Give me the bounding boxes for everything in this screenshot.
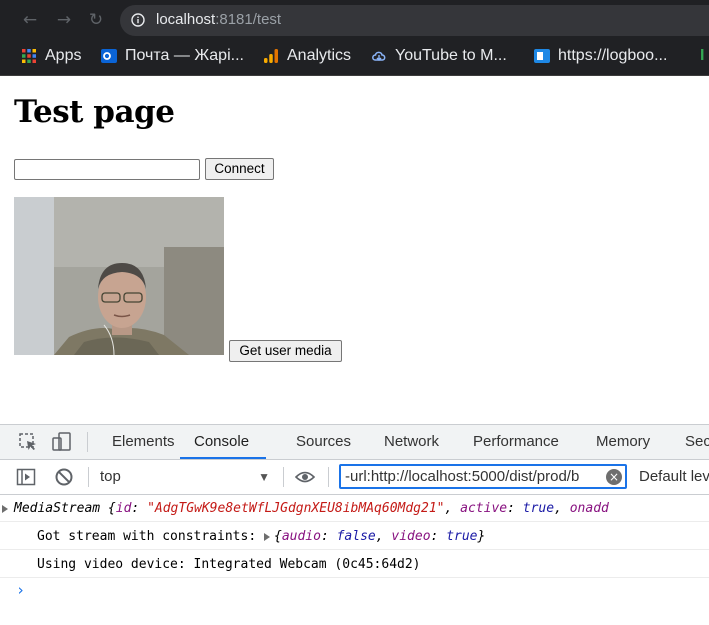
apps-grid-icon bbox=[22, 49, 36, 63]
webcam-frame bbox=[14, 197, 224, 355]
dropdown-arrow-icon: ▼ bbox=[258, 470, 270, 484]
sidebar-toggle-icon[interactable] bbox=[16, 467, 36, 487]
page-title: Test page bbox=[14, 94, 175, 130]
message-text: Using video device: Integrated Webcam (0… bbox=[37, 557, 421, 572]
back-arrow-icon[interactable]: ← bbox=[20, 10, 40, 30]
bookmark-youtube[interactable]: YouTube to M... bbox=[371, 40, 507, 72]
console-toolbar: top ▼ -url:http://localhost:5000/dist/pr… bbox=[0, 460, 709, 495]
clear-console-icon[interactable] bbox=[54, 467, 74, 487]
bookmark-label: Analytics bbox=[287, 47, 352, 64]
tab-elements[interactable]: Elements bbox=[112, 425, 175, 459]
bookmark-analytics[interactable]: Analytics bbox=[263, 40, 351, 72]
address-bar[interactable]: localhost:8181/test bbox=[120, 5, 709, 36]
prop-key: active bbox=[460, 501, 508, 516]
tab-security[interactable]: Sec bbox=[685, 425, 709, 459]
divider bbox=[328, 467, 329, 487]
video-preview bbox=[14, 197, 224, 355]
bookmark-label: Apps bbox=[45, 47, 82, 64]
prop-key: id bbox=[115, 501, 132, 516]
bookmark-logbook[interactable]: https://logboo... bbox=[534, 40, 667, 72]
filter-value: -url:http://localhost:5000/dist/prod/b bbox=[345, 468, 580, 485]
cloud-download-icon bbox=[372, 51, 386, 61]
bookmark-favicon-icon bbox=[534, 49, 550, 63]
inspect-element-icon[interactable] bbox=[18, 432, 38, 452]
tab-console[interactable]: Console bbox=[180, 425, 266, 459]
tab-performance[interactable]: Performance bbox=[473, 425, 559, 459]
page-content: Test page Connect Get user media bbox=[0, 76, 709, 422]
console-message[interactable]: Got stream with constraints: {audio: fal… bbox=[0, 523, 709, 550]
bookmark-apps[interactable]: Apps bbox=[21, 40, 81, 72]
prop-key: onadd bbox=[569, 501, 609, 516]
browser-toolbar: ← → ↻ localhost:8181/test bbox=[0, 0, 709, 40]
prop-key: video bbox=[391, 529, 431, 544]
divider bbox=[88, 467, 89, 487]
bookmark-label: I bbox=[700, 47, 705, 64]
bookmark-label: Почта — Жарі... bbox=[125, 47, 244, 64]
bookmark-label: https://logboo... bbox=[558, 47, 668, 64]
clear-filter-icon[interactable]: × bbox=[606, 469, 622, 485]
eye-icon[interactable] bbox=[295, 467, 315, 487]
prop-value: true bbox=[522, 501, 555, 516]
forward-arrow-icon[interactable]: → bbox=[54, 10, 74, 30]
divider bbox=[87, 432, 88, 452]
tab-memory[interactable]: Memory bbox=[596, 425, 650, 459]
console-message[interactable]: MediaStream {id: "AdgTGwK9e8etWfLJGdgnXE… bbox=[0, 495, 709, 522]
expand-triangle-icon[interactable] bbox=[2, 504, 8, 513]
connect-input[interactable] bbox=[14, 159, 200, 180]
analytics-icon bbox=[264, 49, 278, 63]
devtools-panel: Elements Console Sources Network Perform… bbox=[0, 424, 709, 625]
tab-network[interactable]: Network bbox=[384, 425, 439, 459]
console-prompt-icon[interactable]: › bbox=[16, 581, 25, 599]
outlook-icon bbox=[101, 49, 117, 63]
bookmark-overflow[interactable]: I bbox=[700, 40, 704, 72]
prop-value: false bbox=[336, 529, 376, 544]
reload-icon[interactable]: ↻ bbox=[86, 10, 106, 30]
bookmarks-bar: Apps Почта — Жарі... Analytics YouTube t… bbox=[0, 40, 709, 76]
expand-triangle-icon[interactable] bbox=[263, 532, 270, 541]
divider bbox=[283, 467, 284, 487]
message-text: Got stream with constraints: bbox=[37, 529, 264, 544]
info-icon[interactable] bbox=[131, 13, 145, 27]
devtools-tabbar: Elements Console Sources Network Perform… bbox=[0, 425, 709, 460]
log-levels-dropdown[interactable]: Default lev bbox=[639, 460, 709, 494]
bookmark-label: YouTube to M... bbox=[395, 47, 507, 64]
get-user-media-button[interactable]: Get user media bbox=[229, 340, 342, 362]
url-text: localhost:8181/test bbox=[156, 11, 282, 28]
context-selector[interactable]: top ▼ bbox=[100, 460, 274, 494]
connect-button[interactable]: Connect bbox=[205, 158, 274, 180]
prop-key: audio bbox=[281, 529, 321, 544]
console-filter-input[interactable]: -url:http://localhost:5000/dist/prod/b × bbox=[339, 464, 627, 489]
bookmark-mail[interactable]: Почта — Жарі... bbox=[101, 40, 244, 72]
console-message[interactable]: Using video device: Integrated Webcam (0… bbox=[0, 551, 709, 578]
prop-value: "AdgTGwK9e8etWfLJGdgnXEU8ibMAq60Mdg21" bbox=[147, 501, 445, 516]
tab-sources[interactable]: Sources bbox=[296, 425, 351, 459]
prop-value: true bbox=[446, 529, 478, 544]
device-toolbar-icon[interactable] bbox=[52, 432, 72, 452]
context-value: top bbox=[100, 468, 121, 485]
object-prefix: MediaStream { bbox=[14, 501, 116, 516]
